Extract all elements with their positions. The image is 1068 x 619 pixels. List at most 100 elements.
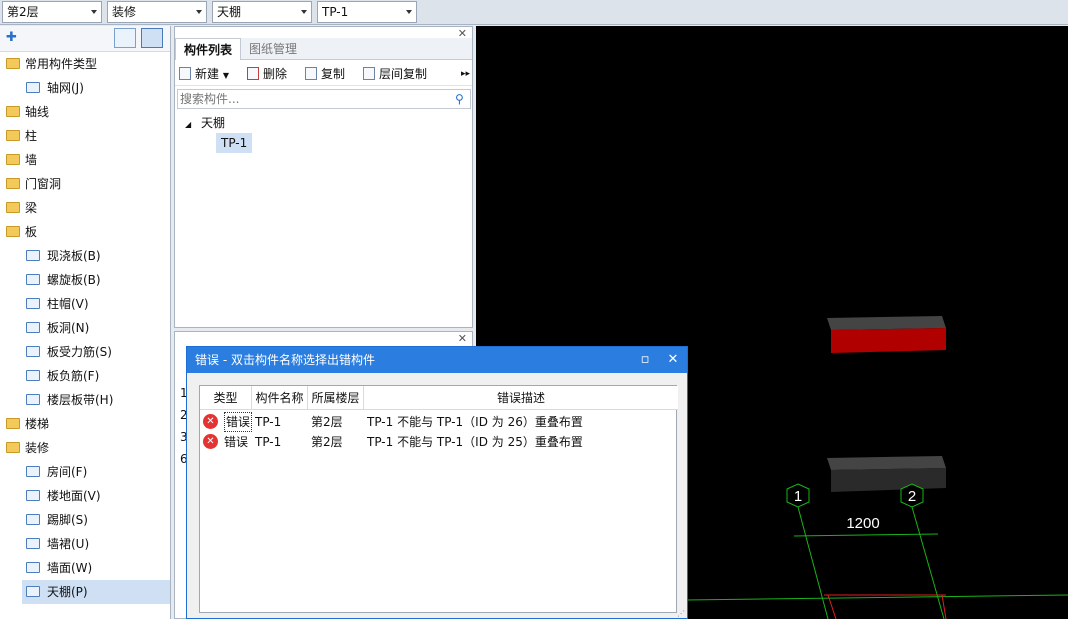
chevron-down-icon (301, 10, 307, 14)
folder-icon (6, 154, 20, 165)
collapse-triangle-icon: ◢ (185, 120, 192, 129)
tree-item[interactable]: 螺旋板(B) (0, 268, 170, 292)
tree-item[interactable]: 楼地面(V) (0, 484, 170, 508)
dimension-label: 1200 (846, 515, 879, 532)
floor-cell: 第2层 (311, 435, 343, 449)
error-dialog-titlebar[interactable]: 错误 - 双击构件名称选择出错构件 ▫ ✕ (187, 347, 687, 373)
ceiling-slab-top-face[interactable] (827, 456, 946, 470)
axis-line-2 (911, 506, 945, 619)
error-icon: ✕ (203, 414, 218, 429)
tree-item[interactable]: 梁 (0, 196, 170, 220)
table-row[interactable]: ✕ 错误 TP-1 第2层 TP-1 不能与 TP-1（ID 为 25）重叠布置 (200, 432, 676, 452)
ceiling-slab-selected[interactable] (831, 328, 946, 353)
chevron-down-icon: ▼ (222, 71, 229, 80)
tree-node-ceiling-label: 天棚 (200, 116, 225, 130)
tree-item-label: 楼层板带(H) (47, 393, 114, 407)
tree-item-label: 墙 (25, 153, 38, 167)
tree-node-tp1[interactable]: TP-1 (216, 133, 253, 153)
tree-item[interactable]: 墙面(W) (0, 556, 170, 580)
axis-label-1: 1 (794, 488, 802, 505)
maximize-icon[interactable]: ▫ (633, 347, 657, 373)
folder-icon (6, 418, 20, 429)
category-select[interactable]: 装修 (107, 1, 207, 23)
tree-item-label: 踢脚(S) (47, 513, 88, 527)
delete-button[interactable]: 删除 (247, 65, 287, 83)
column-header-floor[interactable]: 所属楼层 (308, 386, 364, 410)
tree-item[interactable]: 房间(F) (0, 460, 170, 484)
component-select[interactable]: TP-1 (317, 1, 417, 23)
ceiling-slab-top-face[interactable] (827, 316, 946, 330)
table-row[interactable]: ✕ 错误 TP-1 第2层 TP-1 不能与 TP-1（ID 为 26）重叠布置 (200, 412, 676, 432)
axis-label-2: 2 (908, 488, 916, 505)
tree-item[interactable]: 柱 (0, 124, 170, 148)
tree-item[interactable]: 楼层板带(H) (0, 388, 170, 412)
tree-item[interactable]: 门窗洞 (0, 172, 170, 196)
tree-node-ceiling[interactable]: ◢ 天棚 (185, 113, 225, 133)
ceiling-slab[interactable] (831, 468, 946, 492)
tree-item-label: 门窗洞 (25, 177, 62, 191)
column-header-name[interactable]: 构件名称 (252, 386, 308, 410)
chevron-down-icon (196, 10, 202, 14)
list-view-icon[interactable] (114, 28, 136, 48)
tree-item[interactable]: 柱帽(V) (0, 292, 170, 316)
tree-item[interactable]: 装修 (0, 436, 170, 460)
close-icon[interactable]: ✕ (661, 347, 685, 373)
tree-item[interactable]: 天棚(P) (22, 580, 170, 604)
component-name-cell[interactable]: TP-1 (255, 432, 281, 452)
search-icon[interactable]: ⚲ (455, 92, 464, 106)
tree-item[interactable]: 轴线 (0, 100, 170, 124)
column-header-description[interactable]: 错误描述 (364, 386, 678, 410)
tree-item[interactable]: 楼梯 (0, 412, 170, 436)
copy-button[interactable]: 复制 (305, 65, 345, 83)
detail-view-icon[interactable] (141, 28, 163, 48)
floor-select-value: 第2层 (7, 5, 39, 19)
tree-item-label: 常用构件类型 (25, 57, 98, 71)
tab-component-list[interactable]: 构件列表 (175, 38, 242, 60)
tree-item-label: 柱帽(V) (47, 297, 89, 311)
component-type-tree-panel: ✚ 常用构件类型轴网(J) 轴线柱墙门窗洞梁板现浇板(B) 螺旋板(B) 柱帽(V) 板… (0, 26, 171, 619)
component-toolbar: 新建 ▼ 删除 复制 层间复制 ▸▸ (175, 62, 472, 86)
tree-item[interactable]: 常用构件类型 (0, 52, 170, 76)
copy-icon (305, 67, 317, 80)
grid-icon (26, 82, 40, 93)
tree-item-label: 墙面(W) (47, 561, 93, 575)
tree-item[interactable]: 墙 (0, 148, 170, 172)
tree-item-label: 螺旋板(B) (47, 273, 101, 287)
ceiling-icon (26, 586, 40, 597)
resize-grip-icon[interactable]: ⋰ (677, 609, 685, 618)
tree-toolbar: ✚ (0, 26, 170, 52)
tree-item[interactable]: 墙裙(U) (0, 532, 170, 556)
component-name-cell[interactable]: TP-1 (255, 412, 281, 432)
tree-item[interactable]: 板 (0, 220, 170, 244)
tree-item[interactable]: 现浇板(B) (0, 244, 170, 268)
tree-item[interactable]: 踢脚(S) (0, 508, 170, 532)
floor-select[interactable]: 第2层 (2, 1, 102, 23)
copy-button-label: 复制 (321, 67, 346, 81)
tree-item-label: 板洞(N) (47, 321, 90, 335)
tree-item-label: 天棚(P) (47, 585, 88, 599)
floor-copy-button[interactable]: 层间复制 (363, 65, 427, 83)
floor-icon (26, 490, 40, 501)
close-icon[interactable]: ✕ (458, 332, 467, 345)
add-plus-icon[interactable]: ✚ (6, 30, 17, 45)
folder-icon (6, 202, 20, 213)
more-chevron-icon[interactable]: ▸▸ (461, 65, 470, 83)
column-header-type[interactable]: 类型 (200, 386, 252, 410)
tree-item[interactable]: 板洞(N) (0, 316, 170, 340)
component-type-select-value: 天棚 (217, 5, 242, 19)
tree-item[interactable]: 板受力筋(S) (0, 340, 170, 364)
chevron-down-icon (91, 10, 97, 14)
tab-drawing-management[interactable]: 图纸管理 (241, 38, 305, 60)
component-search-input[interactable] (177, 89, 471, 109)
component-list-panel: ✕ 构件列表 图纸管理 新建 ▼ 删除 复制 层间复制 ▸▸ ⚲ ◢ 天棚 TP… (174, 26, 473, 328)
component-type-select[interactable]: 天棚 (212, 1, 312, 23)
rebar-icon (26, 346, 40, 357)
tree-item-label: 板负筋(F) (47, 369, 100, 383)
column-cap-icon (26, 298, 40, 309)
tree-item[interactable]: 板负筋(F) (0, 364, 170, 388)
new-button[interactable]: 新建 ▼ (179, 65, 229, 83)
tree-item[interactable]: 轴网(J) (0, 76, 170, 100)
new-button-label: 新建 (195, 67, 220, 81)
slab-icon (26, 250, 40, 261)
component-panel-tabs: 构件列表 图纸管理 (175, 38, 472, 60)
